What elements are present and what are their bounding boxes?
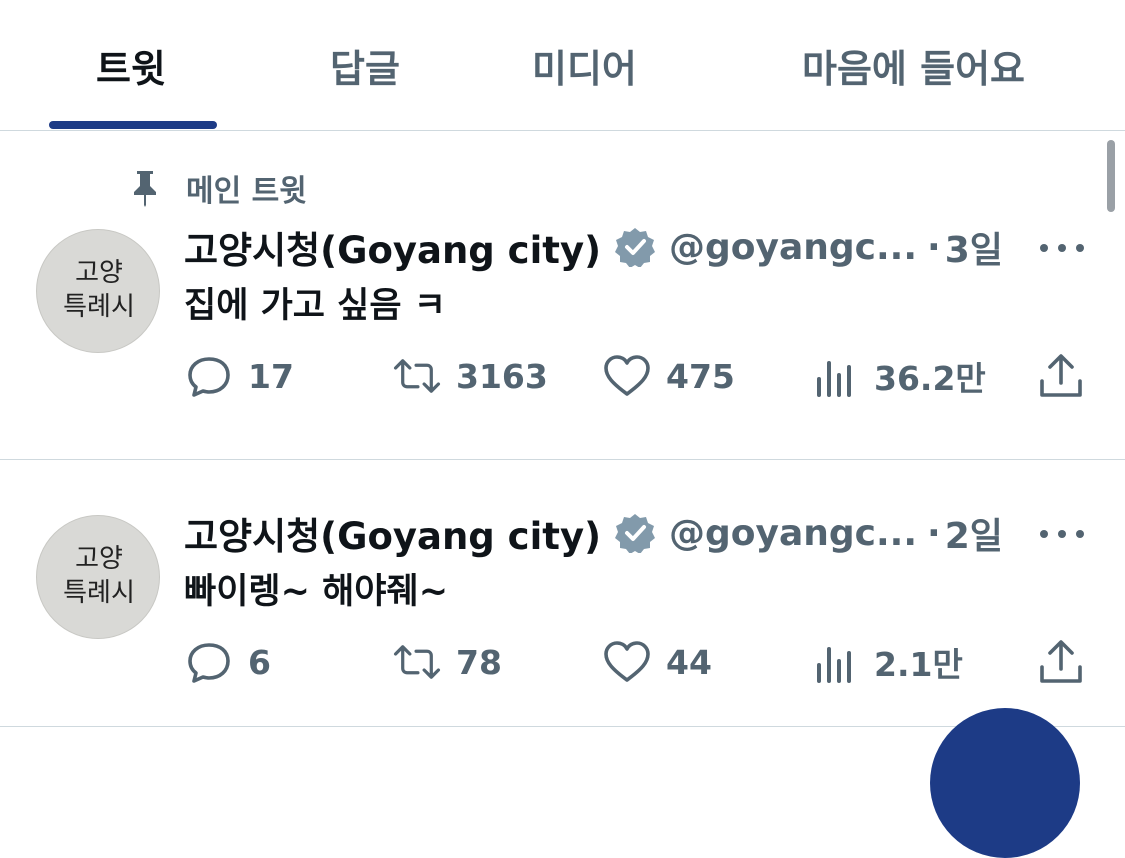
reply-button[interactable]: 6 [184, 637, 271, 687]
views-icon [817, 361, 851, 397]
reply-icon [188, 643, 230, 683]
tweet-actions: 6 78 44 2.1만 [0, 637, 1125, 687]
retweet-button[interactable]: 3163 [392, 351, 548, 401]
author-handle[interactable]: @goyangc... [669, 227, 917, 268]
reply-count: 17 [248, 356, 294, 396]
author-name[interactable]: 고양시청(Goyang city) [184, 220, 601, 274]
pin-icon [134, 171, 156, 207]
retweet-icon [393, 645, 441, 679]
like-button[interactable]: 475 [602, 351, 735, 401]
tweet-actions: 17 3163 475 36.2만 [0, 351, 1125, 401]
tweet-header: 고양시청(Goyang city) @goyangc... · 2일 [184, 506, 1003, 560]
tweet-text: 집에 가고 싶음 ㅋ [184, 286, 446, 326]
reply-count: 6 [248, 642, 271, 682]
views-count: 2.1만 [874, 645, 963, 684]
tweet-item[interactable]: 메인 트윗 고양 특례시 고양시청(Goyang city) @goyangc.… [0, 131, 1125, 459]
retweet-button[interactable]: 78 [392, 637, 502, 687]
tweet-header: 고양시청(Goyang city) @goyangc... · 3일 [184, 220, 1003, 274]
avatar-text-line-2: 특례시 [63, 292, 135, 322]
profile-tabs: 트윗 답글 미디어 마음에 들어요 [0, 0, 1125, 131]
tweet-time[interactable]: 3일 [945, 221, 1003, 273]
like-icon [604, 355, 650, 396]
avatar-text-line-1: 고양 [75, 544, 123, 574]
like-count: 475 [666, 356, 735, 396]
avatar[interactable]: 고양 특례시 [36, 515, 160, 639]
views-count: 36.2만 [874, 359, 986, 398]
views-icon [817, 647, 851, 683]
views-button[interactable]: 2.1만 [810, 637, 963, 687]
tweet-text: 빠이렝~ 해야줴~ [184, 572, 449, 612]
share-button[interactable] [1036, 637, 1086, 687]
tweet-item[interactable]: 고양 특례시 고양시청(Goyang city) @goyangc... · 2… [0, 460, 1125, 726]
views-button[interactable]: 36.2만 [810, 351, 986, 401]
retweet-icon [393, 359, 441, 393]
reply-icon [188, 357, 230, 397]
more-icon[interactable] [1040, 514, 1084, 554]
retweet-count: 78 [456, 642, 502, 682]
verified-badge-icon [614, 514, 655, 553]
retweet-count: 3163 [456, 356, 548, 396]
scrollbar[interactable] [1107, 140, 1115, 212]
pinned-indicator: 메인 트윗 [130, 168, 307, 209]
pinned-label: 메인 트윗 [186, 174, 307, 209]
avatar[interactable]: 고양 특례시 [36, 229, 160, 353]
tab-likes[interactable]: 마음에 들어요 [802, 38, 1025, 93]
author-name[interactable]: 고양시청(Goyang city) [184, 506, 601, 560]
active-tab-indicator [49, 121, 217, 129]
tweet-time[interactable]: 2일 [945, 507, 1003, 559]
avatar-text-line-2: 특례시 [63, 578, 135, 608]
separator-dot: · [927, 226, 941, 268]
compose-tweet-button[interactable] [930, 708, 1080, 858]
tab-replies[interactable]: 답글 [330, 38, 400, 93]
share-button[interactable] [1036, 351, 1086, 401]
verified-badge-icon [614, 228, 655, 267]
like-button[interactable]: 44 [602, 637, 712, 687]
like-count: 44 [666, 642, 712, 682]
more-icon[interactable] [1040, 228, 1084, 268]
tab-media[interactable]: 미디어 [532, 38, 637, 93]
like-icon [604, 641, 650, 682]
reply-button[interactable]: 17 [184, 351, 294, 401]
share-icon [1040, 640, 1082, 683]
share-icon [1040, 354, 1082, 397]
avatar-text-line-1: 고양 [75, 258, 123, 288]
author-handle[interactable]: @goyangc... [669, 513, 917, 554]
tab-tweets[interactable]: 트윗 [96, 38, 166, 93]
separator-dot: · [927, 512, 941, 554]
